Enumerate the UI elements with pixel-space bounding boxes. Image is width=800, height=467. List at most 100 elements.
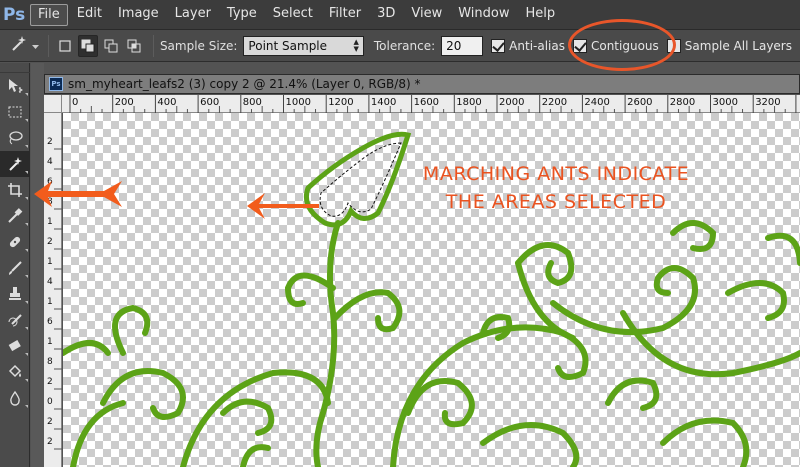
eraser-tool[interactable] [0,333,30,359]
ruler-label: 0 [72,97,78,108]
lasso-tool[interactable] [0,125,30,151]
brush-icon [9,261,22,275]
ruler-label: 1 [47,217,53,227]
ruler-label: 1400 [371,97,396,108]
new-selection-button[interactable] [55,35,75,57]
ruler-label: 1000 [286,97,311,108]
crop-tool[interactable] [0,177,30,203]
stamp-icon [9,287,21,300]
vine-stem [313,220,341,467]
annotation-text: MARCHING ANTS INDICATE THE AREAS SELECTE… [396,160,716,216]
add-to-selection-button[interactable] [78,34,99,57]
eyedropper-tool[interactable] [0,203,30,229]
menu-3d[interactable]: 3D [370,4,402,26]
flyout-indicator [25,275,28,278]
panel-grip[interactable] [0,63,30,73]
tolerance-label: Tolerance: [373,38,436,53]
sample-all-layers-checkbox[interactable]: Sample All Layers [666,38,792,53]
move-tool[interactable] [0,73,30,99]
document-tab[interactable]: Ps sm_myheart_leafs2 (3) copy 2 @ 21.4% … [44,74,800,94]
ruler-origin[interactable] [44,95,62,113]
move-icon [9,79,23,93]
magic-wand-icon [9,157,22,171]
brush-tool[interactable] [0,255,30,281]
horizontal-ruler[interactable]: 0 200 400 600 800 1000 1200 1400 1600 1800 2000 220… [62,95,800,113]
highlight-ellipse [568,19,676,71]
ruler-label: 1 [47,257,53,267]
flyout-indicator [25,197,28,200]
ruler-label: 200 [115,97,134,108]
eyedropper-icon [8,208,23,223]
ruler-label: 800 [243,97,262,108]
paint-bucket-tool[interactable] [0,359,30,385]
menu-file[interactable]: File [30,3,68,26]
menu-image[interactable]: Image [111,4,166,26]
subtract-from-selection-button[interactable] [101,35,121,57]
menu-window[interactable]: Window [451,4,516,26]
flyout-indicator [25,327,28,330]
anti-alias-label: Anti-alias [509,38,565,53]
history-brush-tool[interactable] [0,307,30,333]
sample-size-select[interactable]: Point Sample ▲ ▼ [243,35,364,56]
menu-layer[interactable]: Layer [168,4,218,26]
ruler-label: 4 [47,277,53,287]
ruler-label: 3200 [755,97,780,108]
water-drop-icon [10,390,20,406]
photoshop-window: Ps File Edit Image Layer Type Select Fil… [0,0,800,467]
flyout-indicator [25,145,28,148]
flyout-indicator [25,405,28,408]
tool-preset-picker[interactable] [0,33,42,59]
eraser-icon [8,340,21,352]
horizontal-ruler-ticks: 0 200 400 600 800 1000 1200 1400 1600 1800 2000 220… [69,95,797,113]
flyout-indicator [25,379,28,382]
magic-wand-icon [10,35,28,56]
flyout-indicator [25,93,28,96]
checkbox-box[interactable] [491,38,506,53]
sample-size-label: Sample Size: [159,38,238,53]
menu-edit[interactable]: Edit [70,4,109,26]
clone-stamp-tool[interactable] [0,281,30,307]
ruler-label: 1600 [414,97,439,108]
ruler-label: 400 [157,97,176,108]
flyout-indicator [25,301,28,304]
options-bar: Sample Size: Point Sample ▲ ▼ Tolerance: … [0,30,800,62]
blur-tool[interactable] [0,385,30,411]
menu-view[interactable]: View [404,4,449,26]
marquee-tool[interactable] [0,99,30,125]
tolerance-input[interactable]: 20 [441,35,484,56]
healing-brush-tool[interactable] [0,229,30,255]
menu-type[interactable]: Type [220,4,264,26]
ruler-label: 1200 [328,97,353,108]
flyout-indicator [25,249,28,252]
vertical-ruler[interactable]: 2468121416182022 [44,113,62,467]
ruler-label: 2000 [499,97,524,108]
document-ps-icon: Ps [49,77,63,91]
vertical-ruler-ticks: 2468121416182022 [47,137,62,450]
ruler-label: 0 [47,397,53,407]
ruler-label: 2 [47,137,53,147]
separator [152,34,154,57]
menu-filter[interactable]: Filter [322,4,368,26]
ruler-label: 8 [47,357,53,367]
lasso-icon [9,131,23,145]
document-title: sm_myheart_leafs2 (3) copy 2 @ 21.4% (La… [68,77,421,91]
ruler-label: 3000 [713,97,738,108]
ruler-label: 2 [47,237,53,247]
photoshop-logo: Ps [3,4,26,25]
crop-icon [8,183,22,197]
magic-wand-tool[interactable] [0,151,30,177]
menu-bar: Ps File Edit Image Layer Type Select Fil… [0,0,800,30]
menu-help[interactable]: Help [519,4,563,26]
ruler-label: 4 [47,157,53,167]
history-brush-icon [8,314,22,327]
sample-size-value: Point Sample [248,38,328,53]
anti-alias-checkbox[interactable]: Anti-alias [491,38,565,53]
intersect-selection-button[interactable] [124,35,144,57]
marquee-icon [8,106,22,118]
flyout-indicator [25,119,28,122]
paint-bucket-icon [8,364,22,378]
ruler-label: 6 [47,317,53,327]
ruler-label: 1 [47,337,53,347]
ruler-label: 2800 [670,97,695,108]
menu-select[interactable]: Select [266,4,320,26]
